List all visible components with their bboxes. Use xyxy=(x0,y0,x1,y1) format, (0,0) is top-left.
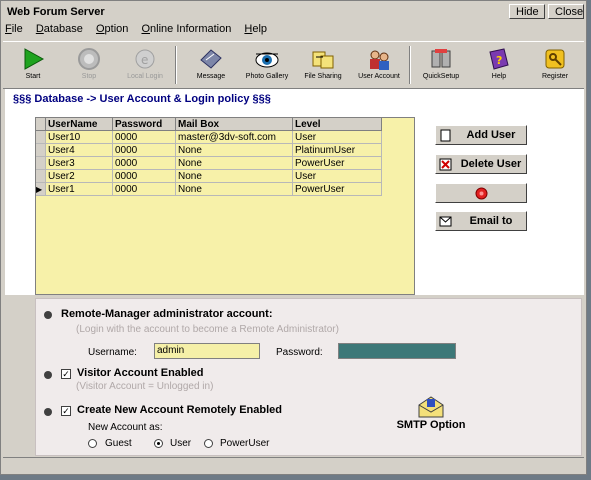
column-header-mailbox[interactable]: Mail Box xyxy=(175,118,293,131)
bullet-icon xyxy=(44,371,52,379)
email-to-button[interactable]: Email to xyxy=(435,211,527,231)
menu-file[interactable]: File xyxy=(5,23,23,35)
menu-bar: File Database Option Online Information … xyxy=(5,23,277,39)
menu-online-information[interactable]: Online Information xyxy=(141,23,231,35)
photo-gallery-button[interactable]: Photo Gallery xyxy=(243,44,291,86)
add-user-button[interactable]: Add User xyxy=(435,125,527,145)
status-bar xyxy=(3,457,584,472)
new-account-as-label: New Account as: xyxy=(88,422,163,433)
password-input[interactable] xyxy=(338,343,456,359)
bullet-icon xyxy=(44,408,52,416)
radio-user[interactable] xyxy=(154,439,163,448)
create-account-remotely-checkbox[interactable]: ✓ xyxy=(61,406,71,416)
envelope-icon xyxy=(418,396,444,418)
stop-disc-icon xyxy=(78,48,100,70)
setup-icon xyxy=(431,49,451,68)
record-icon xyxy=(475,187,488,200)
main-content: §§§ Database -> User Account & Login pol… xyxy=(5,89,584,295)
radio-guest[interactable] xyxy=(88,439,97,448)
breadcrumb: §§§ Database -> User Account & Login pol… xyxy=(13,93,271,105)
stop-button[interactable]: Stop xyxy=(65,44,113,86)
delete-icon xyxy=(439,158,452,171)
menu-option[interactable]: Option xyxy=(96,23,128,35)
visitor-account-title: Visitor Account Enabled xyxy=(77,367,204,379)
radio-user-label: User xyxy=(170,438,192,449)
local-login-button[interactable]: e Local Login xyxy=(121,44,169,86)
title-bar: Web Forum Server Hide Close xyxy=(3,3,584,21)
document-icon xyxy=(440,129,451,142)
radio-poweruser[interactable] xyxy=(204,439,213,448)
smtp-option-label: SMTP Option xyxy=(396,419,466,431)
remote-manager-title: Remote-Manager administrator account: xyxy=(61,308,273,320)
window-title: Web Forum Server xyxy=(7,6,105,18)
username-label: Username: xyxy=(88,347,137,358)
visitor-account-hint: (Visitor Account = Unlogged in) xyxy=(76,381,214,392)
column-header-password[interactable]: Password xyxy=(112,118,176,131)
username-input[interactable]: admin xyxy=(154,343,260,359)
close-button[interactable]: Close xyxy=(548,4,584,19)
hide-button[interactable]: Hide xyxy=(509,4,545,19)
table-row[interactable]: User10 0000 master@3dv-soft.com User xyxy=(36,130,382,144)
key-icon xyxy=(545,49,565,69)
visitor-account-checkbox[interactable]: ✓ xyxy=(61,369,71,379)
play-icon xyxy=(24,48,45,70)
delete-user-button[interactable]: Delete User xyxy=(435,154,527,174)
browser-icon: e xyxy=(135,49,155,69)
table-row[interactable]: User4 0000 None PlatinumUser xyxy=(36,143,382,157)
help-button[interactable]: ? Help xyxy=(475,44,523,86)
svg-text:?: ? xyxy=(496,54,502,67)
record-button[interactable] xyxy=(435,183,527,203)
message-icon xyxy=(200,49,222,69)
menu-help[interactable]: Help xyxy=(244,23,267,35)
password-label: Password: xyxy=(276,347,323,358)
column-header-level[interactable]: Level xyxy=(292,118,382,131)
radio-poweruser-label: PowerUser xyxy=(220,438,270,449)
toolbar: Start Stop e Local Login Message Photo G… xyxy=(3,41,584,89)
eye-icon xyxy=(255,52,279,68)
users-icon xyxy=(370,50,389,70)
folder-share-icon xyxy=(312,51,334,69)
remote-manager-hint: (Login with the account to become a Remo… xyxy=(76,324,339,335)
register-button[interactable]: Register xyxy=(531,44,579,86)
table-row-selected[interactable]: ▶ User1 0000 None PowerUser xyxy=(36,182,382,196)
column-header-username[interactable]: UserName xyxy=(45,118,113,131)
file-sharing-button[interactable]: File Sharing xyxy=(299,44,347,86)
message-button[interactable]: Message xyxy=(187,44,235,86)
row-pointer-icon: ▶ xyxy=(36,182,46,196)
help-book-icon: ? xyxy=(489,48,509,70)
table-row[interactable]: User2 0000 None User xyxy=(36,169,382,183)
radio-guest-label: Guest xyxy=(105,438,132,449)
start-button[interactable]: Start xyxy=(9,44,57,86)
account-options-panel: Remote-Manager administrator account: (L… xyxy=(35,298,582,456)
svg-text:e: e xyxy=(141,53,148,67)
bullet-icon xyxy=(44,311,52,319)
quicksetup-button[interactable]: QuickSetup xyxy=(417,44,465,86)
table-row[interactable]: User3 0000 None PowerUser xyxy=(36,156,382,170)
email-icon xyxy=(439,216,452,227)
menu-database[interactable]: Database xyxy=(36,23,83,35)
user-account-button[interactable]: User Account xyxy=(355,44,403,86)
user-table[interactable]: UserName Password Mail Box Level User10 … xyxy=(35,117,415,295)
main-window: Web Forum Server Hide Close File Databas… xyxy=(0,0,587,475)
create-account-remotely-title: Create New Account Remotely Enabled xyxy=(77,404,282,416)
smtp-option-button[interactable]: SMTP Option xyxy=(386,395,476,441)
